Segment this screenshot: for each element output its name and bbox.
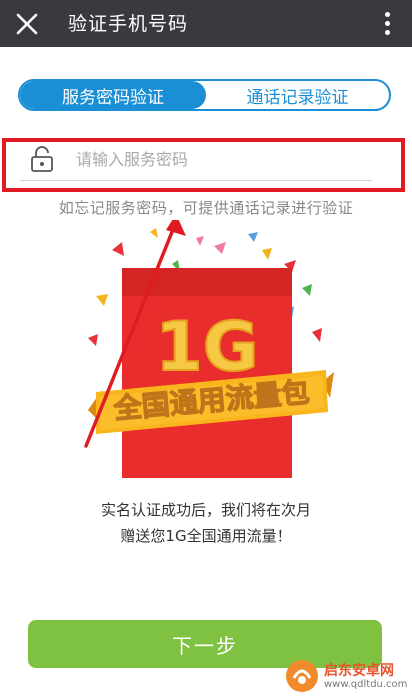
page-title: 验证手机号码	[68, 13, 189, 35]
tab-service-password[interactable]: 服务密码验证	[20, 81, 206, 109]
arrow-icon	[166, 220, 186, 236]
watermark-name: 启东安卓网	[324, 663, 394, 679]
promo-image: 1G 全国通用流量包	[84, 220, 334, 478]
watermark-logo-icon	[286, 660, 318, 692]
forgot-password-hint: 如忘记服务密码，可提供通话记录进行验证	[58, 199, 354, 217]
close-icon	[16, 13, 38, 35]
password-field-row	[20, 136, 372, 181]
more-dots-icon	[384, 12, 390, 17]
verification-tabs: 服务密码验证 通话记录验证	[18, 79, 391, 111]
tab-call-records[interactable]: 通话记录验证	[206, 81, 389, 109]
promo-description: 实名认证成功后，我们将在次月 赠送您1G全国通用流量！	[100, 501, 311, 545]
promo-amount: 1G	[155, 308, 258, 387]
watermark: 启东安卓网 www.qdltdu.com	[284, 658, 408, 696]
more-menu-button[interactable]	[380, 9, 394, 39]
close-button[interactable]	[10, 7, 44, 41]
title-bar: 验证手机号码	[0, 0, 412, 47]
service-password-input[interactable]	[74, 142, 368, 176]
lock-icon	[31, 146, 53, 172]
watermark-url: www.qdltdu.com	[324, 679, 408, 690]
